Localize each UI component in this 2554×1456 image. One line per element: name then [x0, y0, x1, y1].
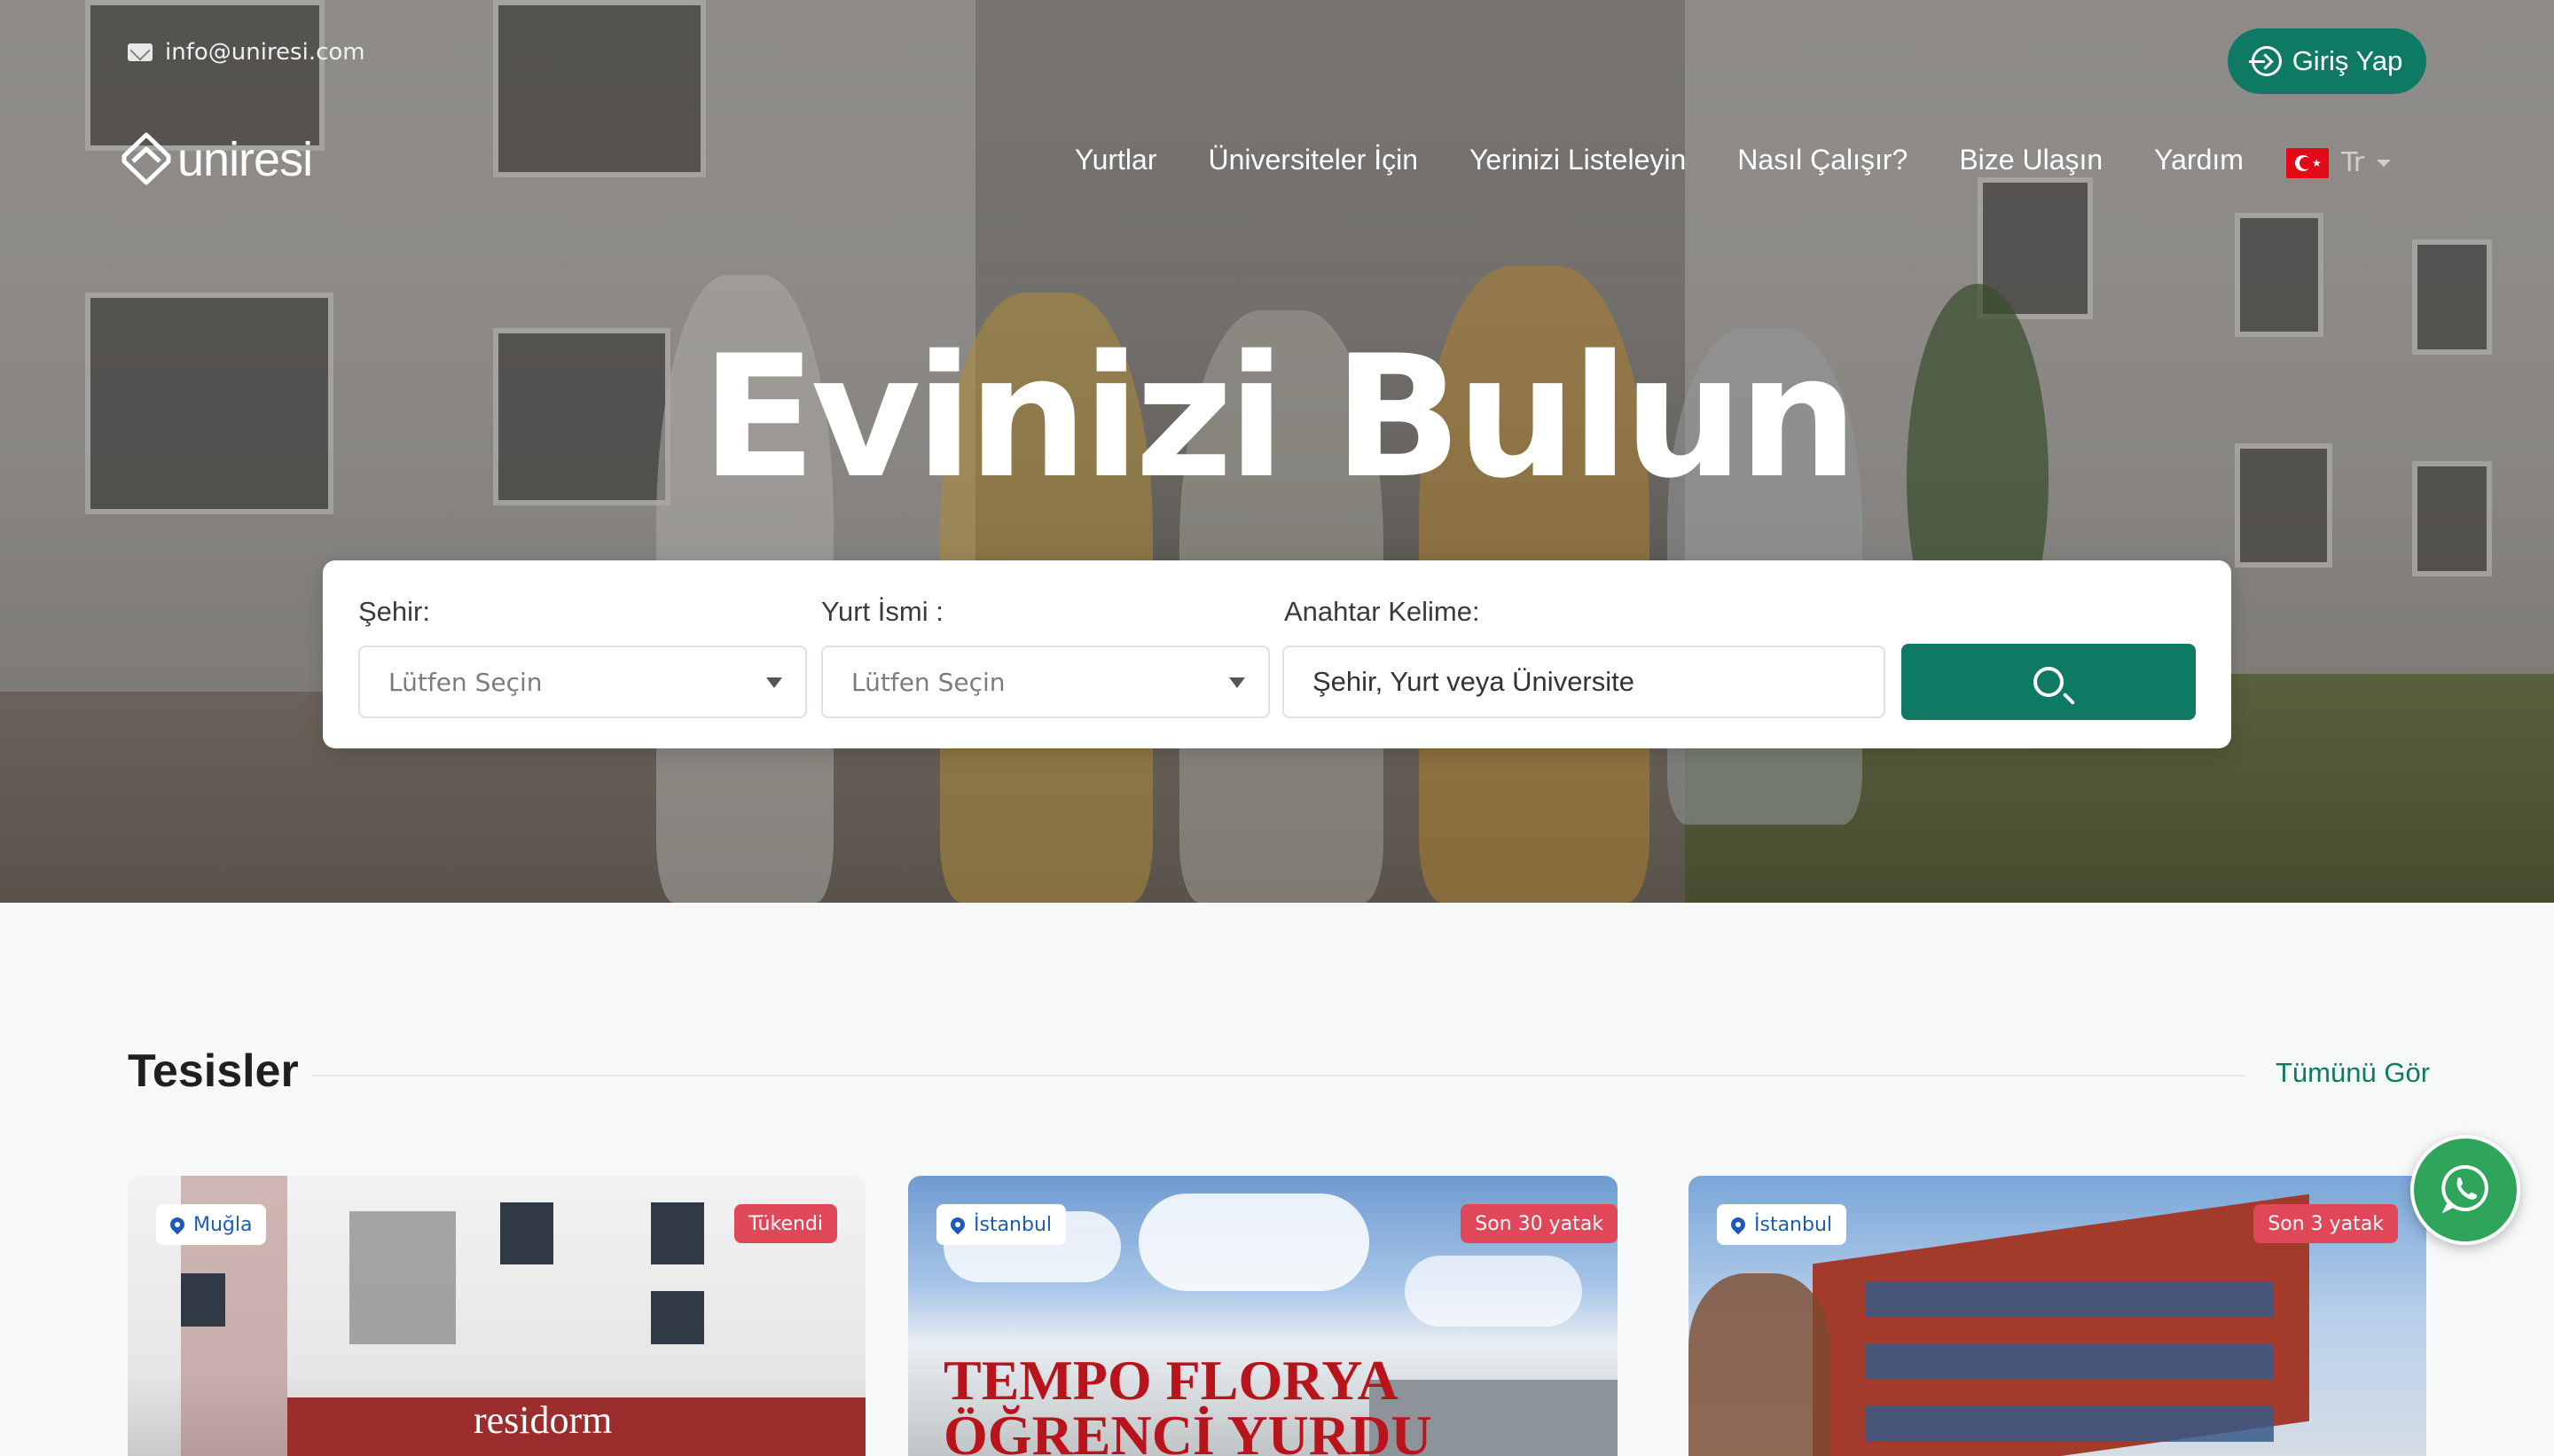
search-icon: [2033, 667, 2064, 697]
location-badge: İstanbul: [1717, 1204, 1847, 1245]
status-badge: Son 3 yatak: [2253, 1204, 2398, 1243]
email-text: info@uniresi.com: [165, 39, 365, 66]
location-pin-icon: [167, 1214, 188, 1235]
nav-item-yurtlar[interactable]: Yurtlar: [1075, 144, 1156, 176]
login-label: Giriş Yap: [2292, 45, 2403, 76]
location-text: İstanbul: [1754, 1213, 1833, 1236]
logo-mark-icon: [121, 131, 172, 188]
dorm-label: Yurt İsmi :: [821, 596, 944, 627]
location-pin-icon: [1727, 1214, 1749, 1235]
whatsapp-button[interactable]: [2410, 1135, 2520, 1245]
section-title: Tesisler: [128, 1045, 299, 1097]
see-all-link[interactable]: Tümünü Gör: [2276, 1057, 2430, 1089]
login-icon: [2248, 46, 2282, 76]
contact-email[interactable]: info@uniresi.com: [128, 39, 365, 66]
search-panel: Şehir: Lütfen Seçin Yurt İsmi : Lütfen S…: [323, 560, 2231, 748]
facility-card[interactable]: İstanbul Son 3 yatak: [1688, 1176, 2426, 1456]
location-text: İstanbul: [974, 1213, 1053, 1236]
nav-item-help[interactable]: Yardım: [2154, 144, 2244, 176]
city-select[interactable]: Lütfen Seçin: [358, 646, 807, 718]
location-badge: Muğla: [156, 1204, 267, 1245]
search-button[interactable]: [1901, 644, 2196, 720]
nav-item-list-your-place[interactable]: Yerinizi Listeleyin: [1469, 144, 1686, 176]
location-pin-icon: [947, 1214, 968, 1235]
nav-item-how-it-works[interactable]: Nasıl Çalışır?: [1737, 144, 1908, 176]
location-text: Muğla: [193, 1213, 253, 1236]
mail-icon: [128, 43, 153, 61]
chevron-down-icon: [2377, 159, 2392, 167]
language-selector[interactable]: ★ Tr: [2286, 147, 2392, 178]
main-nav: Yurtlar Üniversiteler İçin Yerinizi List…: [1075, 144, 2244, 176]
nav-item-contact[interactable]: Bize Ulaşın: [1959, 144, 2103, 176]
dorm-select[interactable]: Lütfen Seçin: [821, 646, 1270, 718]
whatsapp-icon: [2439, 1162, 2492, 1218]
brand-name: uniresi: [177, 133, 313, 186]
facility-photo-sign: residorm: [474, 1398, 613, 1442]
keyword-input[interactable]: [1282, 646, 1885, 718]
status-badge: Son 30 yatak: [1461, 1204, 1618, 1243]
nav-item-universities[interactable]: Üniversiteler İçin: [1208, 144, 1418, 176]
hero-headline: Evinizi Bulun: [701, 319, 1859, 515]
status-badge: Tükendi: [734, 1204, 837, 1243]
dorm-select-value: Lütfen Seçin: [851, 667, 1006, 697]
section-divider: [312, 1075, 2245, 1076]
dropdown-arrow-icon: [766, 677, 782, 688]
login-button[interactable]: Giriş Yap: [2228, 28, 2426, 94]
city-label: Şehir:: [358, 596, 430, 627]
flag-tr-icon: ★: [2286, 147, 2329, 178]
language-label: Tr: [2341, 147, 2365, 178]
dropdown-arrow-icon: [1229, 677, 1245, 688]
facility-card[interactable]: TEMPO FLORYA ÖĞRENCİ YURDU İstanbul Son …: [908, 1176, 1618, 1456]
keyword-label: Anahtar Kelime:: [1284, 596, 1480, 627]
facility-card[interactable]: residorm Muğla Tükendi: [128, 1176, 866, 1456]
facility-photo-sign: TEMPO FLORYA ÖĞRENCİ YURDU: [944, 1353, 1432, 1456]
location-badge: İstanbul: [936, 1204, 1067, 1245]
brand-logo[interactable]: uniresi: [121, 131, 313, 188]
city-select-value: Lütfen Seçin: [388, 667, 543, 697]
